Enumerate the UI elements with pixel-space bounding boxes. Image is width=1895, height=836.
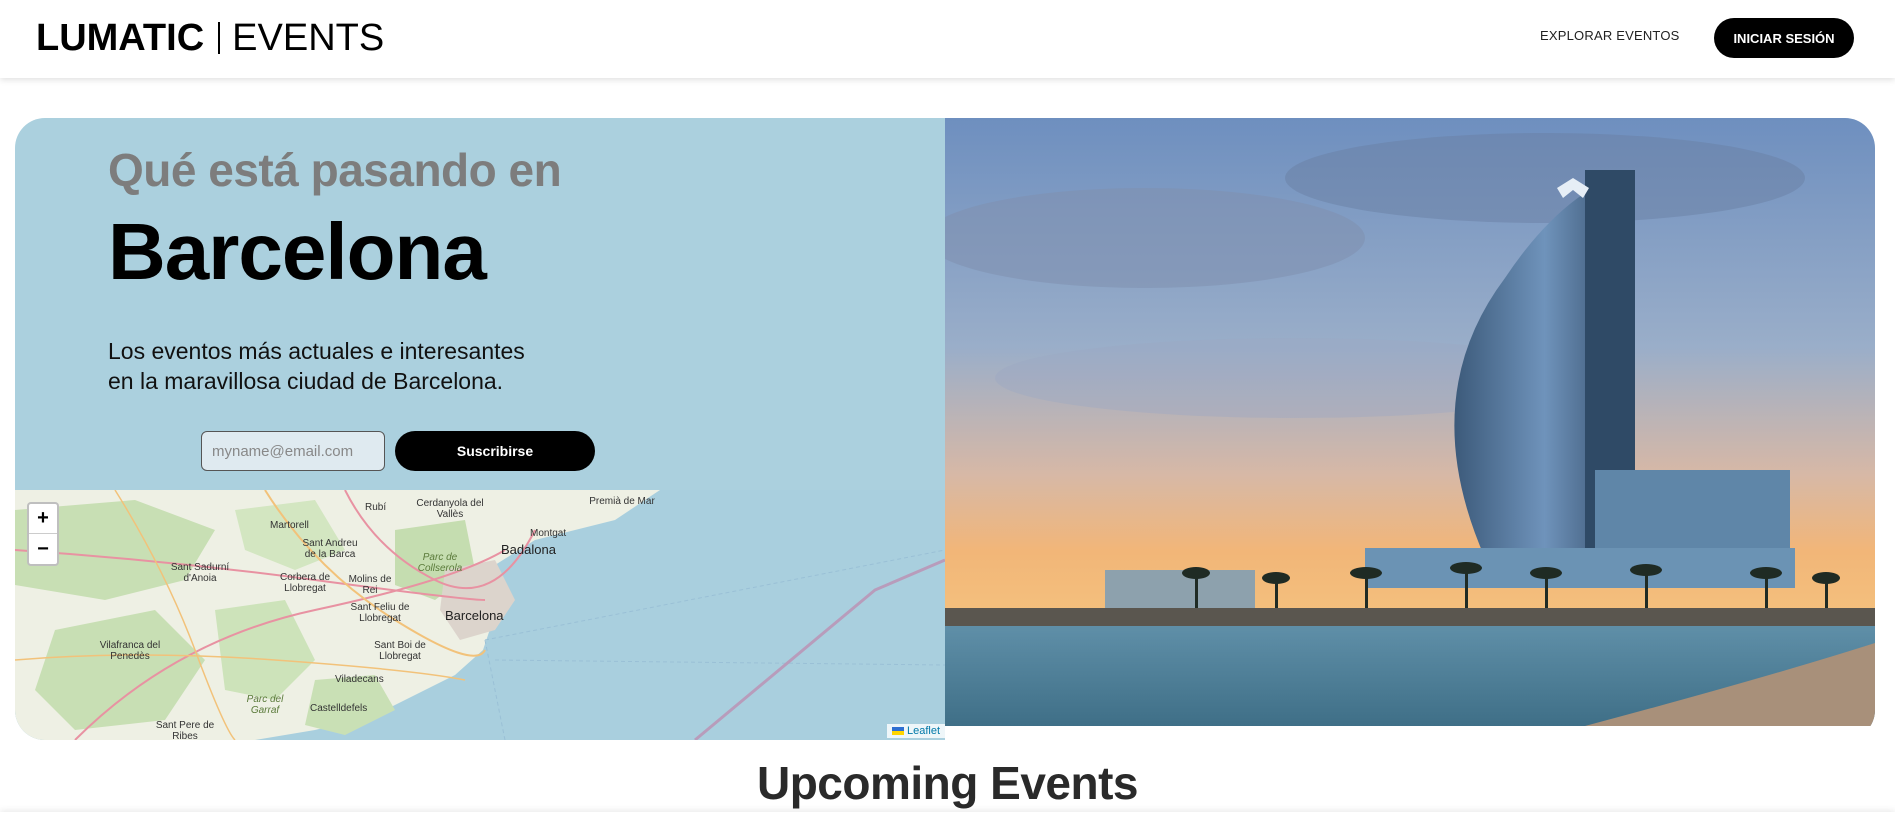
leaflet-link[interactable]: Leaflet [907,725,940,737]
hero-kicker: Qué está pasando en [108,144,562,196]
hero-section: Qué está pasando en Barcelona Los evento… [15,118,1875,740]
map-label: Sant Sadurní d'Anoia [170,562,230,584]
map-label: Corbera de Llobregat [279,572,331,594]
zoom-out-button[interactable]: − [29,534,57,564]
subscribe-button[interactable]: Suscribirse [395,431,595,471]
map-label: Sant Andreu de la Barca [302,538,358,560]
map-label: Molins de Rei [348,574,392,596]
map-label: Parc de Collserola [417,552,463,574]
map-label: Sant Feliu de Llobregat [350,602,410,624]
hero-city-title: Barcelona [108,207,487,296]
newsletter-email-input[interactable] [201,431,385,471]
logo-sub: EVENTS [232,16,385,59]
city-map[interactable]: Premià de Mar Cerdanyola del Vallès Mart… [15,490,945,740]
logo-divider [218,22,221,54]
map-label: Badalona [501,542,556,557]
hero-description-line-1: Los eventos más actuales e interesantes [108,338,525,364]
map-label: Sant Pere de Ribes [155,720,215,740]
map-label: Sant Boi de Llobregat [374,640,426,662]
map-label: Barcelona [445,608,504,623]
map-label: Viladecans [335,674,384,685]
hero-description: Los eventos más actuales e interesantes … [108,336,628,396]
map-label: Martorell [270,520,309,531]
hero-info-panel: Qué está pasando en Barcelona Los evento… [15,118,945,740]
map-label: Rubí [365,502,387,513]
top-navbar: LUMATIC EVENTS EXPLORAR EVENTOS INICIAR … [0,0,1895,78]
upcoming-events-title: Upcoming Events [756,757,1139,809]
ukraine-flag-icon [891,727,904,735]
map-label: Montgat [530,528,567,539]
map-label: Parc del Garraf [246,694,284,716]
sticky-footer-strip [0,812,1895,836]
logo-brand: LUMATIC [36,16,205,59]
site-logo[interactable]: LUMATIC EVENTS [36,17,384,59]
barcelona-hotel-photo [945,118,1875,726]
map-label: Premià de Mar [589,496,655,507]
map-label: Cerdanyola del Vallès [416,498,484,520]
hero-description-line-2: en la maravillosa ciudad de Barcelona. [108,368,504,394]
map-zoom-control: + − [27,502,59,566]
map-label: Castelldefels [310,703,368,714]
map-label: Vilafranca del Penedès [99,640,161,662]
zoom-in-button[interactable]: + [29,504,57,534]
hero-city-photo [945,118,1875,726]
login-button[interactable]: INICIAR SESIÓN [1714,18,1854,58]
nav-explore-events-link[interactable]: EXPLORAR EVENTOS [1540,28,1680,43]
map-attribution[interactable]: Leaflet [886,724,945,738]
